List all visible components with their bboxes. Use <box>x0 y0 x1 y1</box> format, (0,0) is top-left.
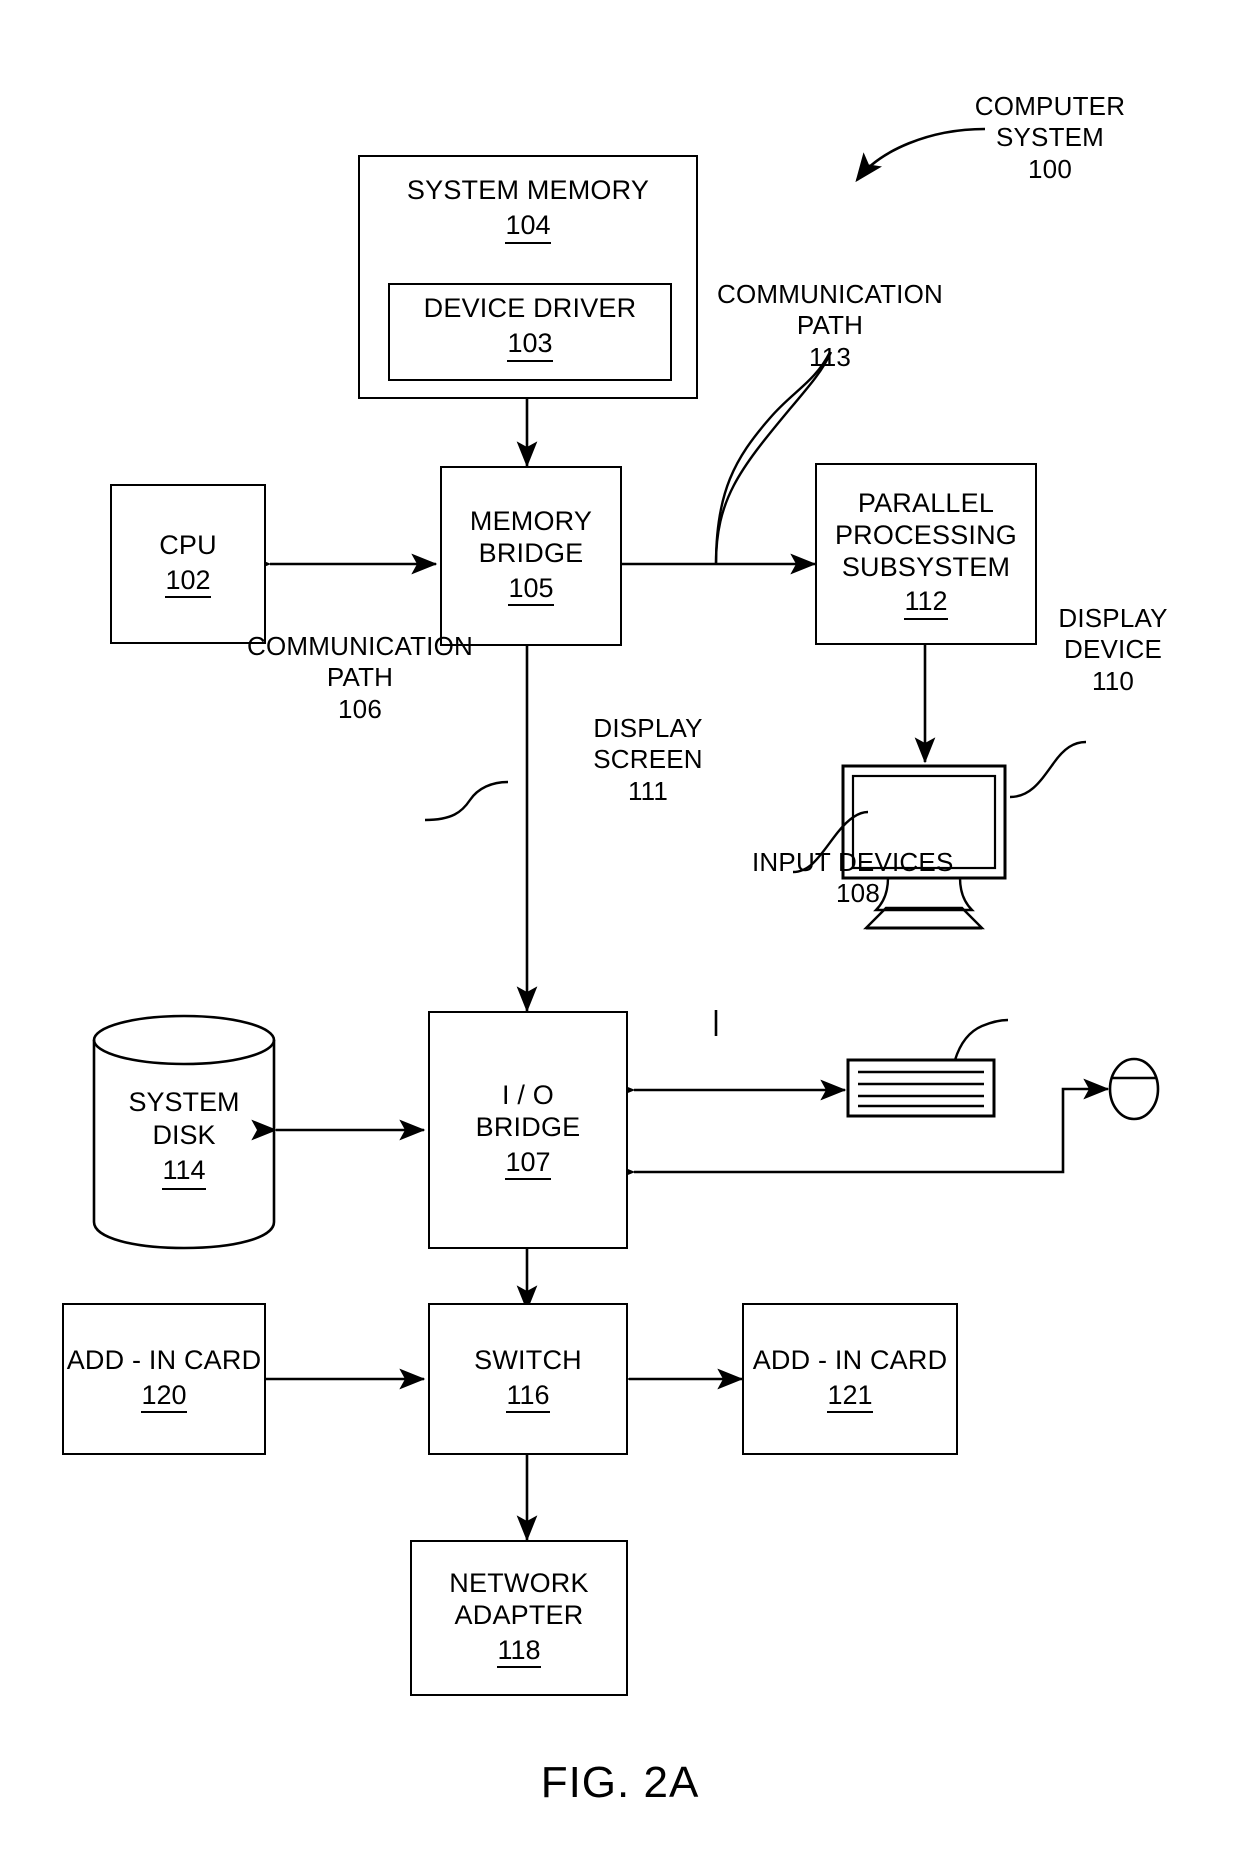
block-reference: 120 <box>141 1380 187 1414</box>
block-system-disk: SYSTEM DISK 114 <box>94 1048 274 1228</box>
block-add-in-card-120: ADD - IN CARD 120 <box>62 1303 266 1455</box>
label-text: DISPLAY SCREEN <box>593 713 703 775</box>
label-display-screen: DISPLAY SCREEN 111 <box>548 682 748 838</box>
block-add-in-card-121: ADD - IN CARD 121 <box>742 1303 958 1455</box>
block-reference: 103 <box>507 328 553 362</box>
block-reference: 121 <box>827 1380 873 1414</box>
block-title: SYSTEM MEMORY <box>406 175 650 205</box>
label-reference: 110 <box>1091 665 1135 696</box>
block-switch: SWITCH 116 <box>428 1303 628 1455</box>
block-reference: 105 <box>508 573 554 607</box>
label-input-devices: INPUT DEVICES 108 <box>752 816 1002 941</box>
label-reference: 100 <box>1028 153 1072 184</box>
label-text: INPUT DEVICES <box>752 847 954 878</box>
label-text: COMPUTER SYSTEM <box>974 91 1126 153</box>
block-reference: 104 <box>505 210 551 244</box>
block-system-memory: SYSTEM MEMORY 104 DEVICE DRIVER 103 <box>358 155 698 399</box>
label-communication-path-113: COMMUNICATION PATH 113 <box>690 248 970 404</box>
block-title: NETWORK ADAPTER <box>449 1567 589 1630</box>
label-reference: 108 <box>836 878 880 909</box>
label-computer-system: COMPUTER SYSTEM 100 <box>935 60 1165 216</box>
block-title: I / O BRIDGE <box>475 1079 581 1142</box>
label-reference: 106 <box>338 693 382 724</box>
block-title: SYSTEM DISK <box>128 1087 240 1150</box>
block-title: DEVICE DRIVER <box>423 293 637 323</box>
label-text: COMMUNICATION PATH <box>247 631 473 693</box>
block-device-driver: DEVICE DRIVER 103 <box>388 283 672 381</box>
block-title: CPU <box>159 529 217 560</box>
block-title: SWITCH <box>474 1344 582 1375</box>
block-reference: 102 <box>165 565 211 599</box>
block-reference: 116 <box>506 1380 550 1414</box>
block-reference: 107 <box>505 1147 551 1181</box>
label-reference: 113 <box>808 341 852 372</box>
comm-path-106-leader <box>424 780 509 822</box>
block-title: PARALLEL PROCESSING SUBSYSTEM <box>834 487 1018 582</box>
label-communication-path-106: COMMUNICATION PATH 106 <box>220 600 500 756</box>
mouse-illustration <box>1108 1057 1160 1121</box>
label-display-device: DISPLAY DEVICE 110 <box>1028 572 1198 728</box>
patent-figure-page: SYSTEM MEMORY 104 DEVICE DRIVER 103 CPU … <box>0 0 1240 1855</box>
display-device-leader <box>1009 740 1087 799</box>
keyboard-illustration <box>846 1058 996 1118</box>
label-text: DISPLAY DEVICE <box>1058 603 1168 665</box>
block-reference: 114 <box>162 1154 206 1190</box>
block-network-adapter: NETWORK ADAPTER 118 <box>410 1540 628 1696</box>
block-parallel-processing-subsystem: PARALLEL PROCESSING SUBSYSTEM 112 <box>815 463 1037 645</box>
label-text: COMMUNICATION PATH <box>717 279 943 341</box>
figure-caption: FIG. 2A <box>540 1758 700 1807</box>
block-title: ADD - IN CARD <box>752 1344 948 1375</box>
block-title: ADD - IN CARD <box>66 1344 262 1375</box>
input-devices-leader <box>953 1018 1009 1061</box>
label-reference: 111 <box>627 775 669 806</box>
block-reference: 112 <box>904 587 948 621</box>
block-reference: 118 <box>497 1635 541 1669</box>
block-io-bridge: I / O BRIDGE 107 <box>428 1011 628 1249</box>
block-title: MEMORY BRIDGE <box>469 505 593 568</box>
